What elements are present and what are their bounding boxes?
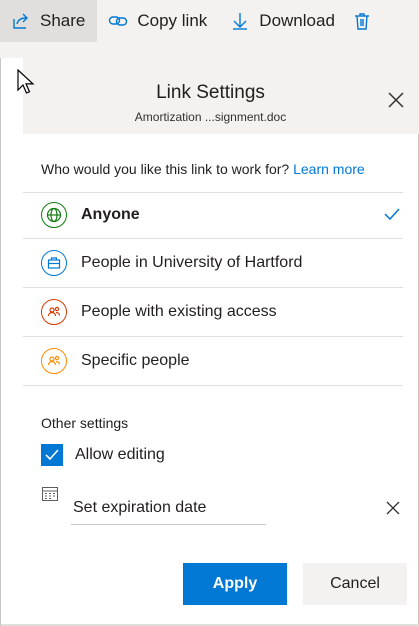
- checkmark-icon: [41, 444, 63, 466]
- share-button[interactable]: Share: [0, 0, 98, 42]
- share-icon: [10, 10, 32, 32]
- option-specific-people-label: Specific people: [81, 352, 190, 369]
- clear-expiration-icon[interactable]: [385, 500, 401, 516]
- share-label: Share: [40, 11, 86, 30]
- audience-question-text: Who would you like this link to work for…: [41, 161, 290, 177]
- close-icon[interactable]: [387, 91, 405, 109]
- file-name: Amortization ...signment.doc: [134, 110, 287, 124]
- building-icon: [41, 250, 67, 276]
- mouse-cursor-icon: [17, 69, 35, 94]
- trash-icon: [351, 10, 373, 32]
- option-existing-access-label: People with existing access: [81, 303, 277, 320]
- audience-question: Who would you like this link to work for…: [41, 161, 365, 177]
- copy-link-label: Copy link: [137, 11, 208, 30]
- option-anyone[interactable]: Anyone: [41, 193, 401, 237]
- delete-button[interactable]: [347, 0, 381, 42]
- copy-link-button[interactable]: Copy link: [97, 0, 219, 42]
- other-settings-heading: Other settings: [41, 415, 129, 431]
- dialog-title: Link Settings: [156, 82, 265, 103]
- people-icon: [41, 348, 67, 374]
- learn-more-link[interactable]: Learn more: [293, 161, 365, 177]
- download-label: Download: [259, 11, 335, 30]
- option-specific-people[interactable]: Specific people: [41, 339, 401, 383]
- option-existing-access[interactable]: People with existing access: [41, 290, 401, 334]
- link-settings-dialog: Link Settings Amortization ...signment.d…: [0, 46, 419, 626]
- apply-button[interactable]: Apply: [183, 563, 287, 605]
- divider: [23, 238, 403, 239]
- download-button[interactable]: Download: [219, 0, 347, 42]
- download-icon: [229, 10, 251, 32]
- divider: [23, 385, 403, 386]
- divider: [23, 336, 403, 337]
- cancel-button[interactable]: Cancel: [303, 563, 407, 605]
- globe-icon: [41, 202, 67, 228]
- allow-editing-checkbox[interactable]: Allow editing: [41, 444, 165, 466]
- people-icon: [41, 299, 67, 325]
- calendar-icon: [42, 487, 58, 501]
- divider: [23, 287, 403, 288]
- selected-check-icon: [384, 208, 400, 221]
- link-icon: [107, 10, 129, 32]
- allow-editing-label: Allow editing: [75, 446, 165, 463]
- option-anyone-label: Anyone: [81, 206, 140, 223]
- expiration-date-field[interactable]: Set expiration date: [71, 495, 266, 525]
- option-organization[interactable]: People in University of Hartford: [41, 241, 401, 285]
- option-organization-label: People in University of Hartford: [81, 254, 303, 271]
